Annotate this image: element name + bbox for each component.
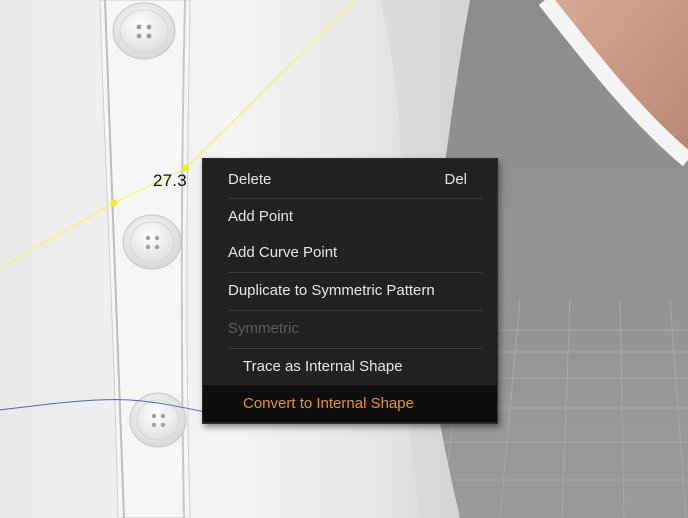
menu-item-label: Delete <box>228 171 272 188</box>
blue-pattern-line[interactable] <box>0 399 206 413</box>
menu-item-symmetric: Symmetric <box>203 311 497 347</box>
measurement-label: 27.3 <box>153 171 187 190</box>
menu-item-add-curve-point[interactable]: Add Curve Point <box>203 235 497 271</box>
menu-item-label: Convert to Internal Shape <box>243 395 414 412</box>
context-menu: Delete Del Add Point Add Curve Point Dup… <box>202 158 498 424</box>
guide-point[interactable] <box>110 199 118 207</box>
menu-item-delete[interactable]: Delete Del <box>203 162 497 198</box>
menu-item-label: Trace as Internal Shape <box>243 358 403 375</box>
menu-item-duplicate-symmetric[interactable]: Duplicate to Symmetric Pattern <box>203 273 497 309</box>
menu-item-shortcut: Del <box>444 171 467 188</box>
menu-item-label: Add Curve Point <box>228 244 338 261</box>
menu-item-trace-internal-shape[interactable]: Trace as Internal Shape <box>203 349 497 385</box>
menu-item-label: Symmetric <box>228 320 299 337</box>
menu-item-add-point[interactable]: Add Point <box>203 199 497 235</box>
menu-item-convert-internal-shape[interactable]: Convert to Internal Shape <box>203 385 497 422</box>
menu-item-label: Duplicate to Symmetric Pattern <box>228 282 435 299</box>
menu-item-label: Add Point <box>228 208 294 225</box>
